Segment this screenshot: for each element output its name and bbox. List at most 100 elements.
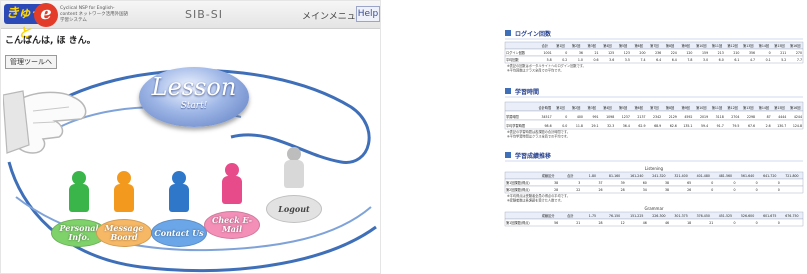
table-row xyxy=(504,218,804,227)
table-cell: 38 xyxy=(554,181,558,185)
table-cell: 21 xyxy=(595,51,599,55)
table-header-cell: 合計 xyxy=(542,43,549,48)
table-cell: 2129 xyxy=(669,115,677,119)
table-cell: 400 xyxy=(577,115,583,119)
table-note: ※受験者数は各課題を受けた人数です。 xyxy=(507,198,564,203)
table-cell: 0 xyxy=(769,51,771,55)
table-header-cell: 第16回 xyxy=(790,43,800,48)
table-cell: 37 xyxy=(598,181,602,185)
table-cell: 224 xyxy=(671,51,677,55)
table-cell: 0.6 xyxy=(594,58,599,62)
table-header-cell: 第8回 xyxy=(666,105,674,110)
table-cell: 4.7 xyxy=(750,58,755,62)
table-header-cell: 676-750 xyxy=(785,214,798,218)
table-header-cell: 第5回 xyxy=(619,105,627,110)
table-cell: 0 xyxy=(711,181,713,185)
table-header-cell: 321-400 xyxy=(674,174,687,178)
table-header-cell: 第1回 xyxy=(556,43,564,48)
nav-item-check-e-mail[interactable]: Check E-Mail xyxy=(204,163,260,239)
table-cell: 38 xyxy=(665,188,669,192)
table-cell: 34517 xyxy=(542,115,552,119)
nav-label: Message Board xyxy=(96,219,152,247)
table-cell: 7.4 xyxy=(640,58,645,62)
table-cell: 98.6 xyxy=(545,124,552,128)
table-cell: 0 xyxy=(565,51,567,55)
table-header-cell: 合計 xyxy=(567,213,574,218)
table-row-label: 第2回課題(得点) xyxy=(506,187,530,192)
greeting-text: こんばんは, ほ きん。 xyxy=(5,36,96,46)
table-cell: 68.9 xyxy=(654,124,661,128)
section-bullet-icon xyxy=(505,88,511,94)
table-cell: 4244 xyxy=(794,115,802,119)
table-header-cell: 376-450 xyxy=(697,214,710,218)
section-title: 学習時間 xyxy=(515,88,539,96)
section-title: ログイン回数 xyxy=(515,30,552,38)
nav-item-message-board[interactable]: Message Board xyxy=(96,171,152,247)
table-cell: 11.8 xyxy=(576,124,583,128)
table-row-label: 第1回課題(得点) xyxy=(506,180,530,185)
table-row-label: ログイン回数 xyxy=(506,50,526,55)
table-header-cell: 第10回 xyxy=(696,105,706,110)
help-button[interactable]: Help xyxy=(356,6,380,22)
table-cell: 39 xyxy=(621,181,625,185)
nav-label: Logout xyxy=(266,195,322,223)
table-header-cell: 第12回 xyxy=(727,105,737,110)
subsection-title: Grammar xyxy=(644,206,663,211)
table-cell: 46 xyxy=(643,221,647,225)
table-header-cell: 第2回 xyxy=(572,105,580,110)
section-bullet-icon xyxy=(505,30,511,36)
table-header-cell: 第9回 xyxy=(681,105,689,110)
screenshot-composite: きゅっと e Cyclical NSP for English-content … xyxy=(0,0,807,274)
table-header-cell: 601-675 xyxy=(763,214,776,218)
table-cell: 0 xyxy=(756,221,758,225)
table-cell: 2704 xyxy=(731,115,739,119)
table-header-cell: 1-80 xyxy=(589,174,596,178)
table-cell: 2342 xyxy=(653,115,661,119)
table-cell: 7.8 xyxy=(687,58,692,62)
lesson-stage: Lesson Start! Personal Info. Message Boar… xyxy=(1,67,380,273)
table-cell: 2298 xyxy=(747,115,755,119)
table-cell: 21 xyxy=(709,221,713,225)
table-header-cell: 161-240 xyxy=(630,174,643,178)
table-cell: 62.9 xyxy=(638,124,645,128)
table-cell: 0 xyxy=(778,181,780,185)
table-row-label: 平均回数 xyxy=(506,57,520,62)
table-cell: 34 xyxy=(643,188,647,192)
table-header-cell: 第14回 xyxy=(759,105,769,110)
table-cell: 18 xyxy=(687,221,691,225)
table-cell: 0 xyxy=(756,181,758,185)
table-cell: 3.6 xyxy=(609,58,614,62)
table-cell: 4444 xyxy=(778,115,786,119)
table-header-cell: 成績区分 xyxy=(542,213,556,218)
table-header-cell: 76-150 xyxy=(609,214,620,218)
nav-item-contact-us[interactable]: Contact Us xyxy=(151,171,207,247)
table-cell: 213 xyxy=(718,51,724,55)
table-header-cell: 第6回 xyxy=(635,43,643,48)
table-header-cell: 226-300 xyxy=(652,214,665,218)
table-header-cell: 1-75 xyxy=(589,214,596,218)
table-cell: 124.8 xyxy=(793,124,802,128)
table-cell: 6.4 xyxy=(672,58,677,62)
lesson-title: Lesson xyxy=(151,73,237,101)
table-cell: 0 xyxy=(711,188,713,192)
table-cell: 356 xyxy=(749,51,755,55)
table-cell: 1001 xyxy=(544,51,552,55)
table-row-label: 平均学習時間 xyxy=(506,123,525,128)
nav-item-logout[interactable]: Logout xyxy=(266,147,322,223)
table-header-cell: 第14回 xyxy=(759,43,769,48)
lesson-start-button[interactable]: Lesson Start! xyxy=(139,67,249,127)
table-cell: 270 xyxy=(796,51,802,55)
table-cell: 0 xyxy=(778,188,780,192)
table-header-cell: 第1回 xyxy=(556,105,564,110)
table-note: ※平均回数はクラス全員での平均です。 xyxy=(507,68,563,73)
table-cell: 36 xyxy=(579,51,583,55)
table-header-cell: 合計時間 xyxy=(538,105,551,110)
table-cell: 0 xyxy=(778,221,780,225)
table-cell: 200 xyxy=(639,51,645,55)
lesson-subtitle: Start! xyxy=(180,101,208,111)
table-cell: 211 xyxy=(780,51,786,55)
table-cell: 32.3 xyxy=(607,124,614,128)
table-cell: 0.1 xyxy=(766,58,771,62)
nav-label: Contact Us xyxy=(151,219,207,247)
person-figure-icon xyxy=(169,171,189,213)
